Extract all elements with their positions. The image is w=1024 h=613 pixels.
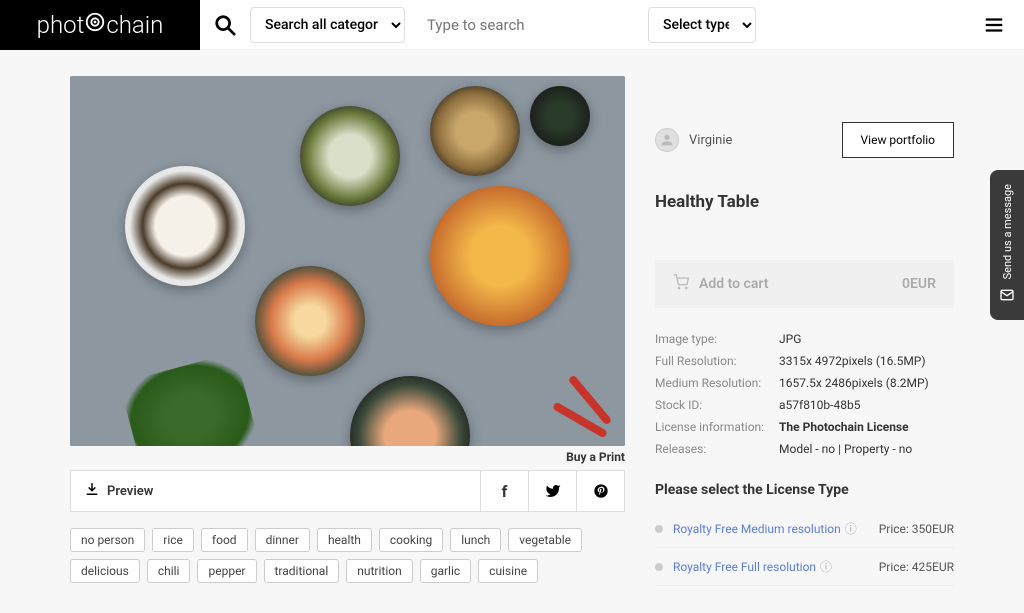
radio-icon (655, 563, 663, 571)
meta-value: JPG (779, 332, 801, 346)
type-select[interactable]: Select type (648, 7, 756, 43)
left-column: Buy a Print Preview f no personricefoodd… (70, 76, 625, 586)
tag[interactable]: cuisine (478, 559, 538, 583)
license-list: Royalty Free Medium resolutionⓘPrice: 35… (655, 510, 954, 586)
meta-row: Full Resolution:3315x 4972pixels (16.5MP… (655, 350, 954, 372)
license-option[interactable]: Royalty Free Medium resolutionⓘPrice: 35… (655, 510, 954, 548)
meta-row: Image type:JPG (655, 328, 954, 350)
tag[interactable]: chili (147, 559, 191, 583)
tag[interactable]: food (201, 528, 248, 552)
license-price: Price: 425EUR (879, 560, 954, 574)
info-icon[interactable]: ⓘ (820, 560, 832, 574)
download-icon (85, 482, 99, 500)
action-bar: Preview f (70, 470, 625, 512)
menu-icon[interactable] (974, 14, 1014, 36)
meta-table: Image type:JPGFull Resolution:3315x 4972… (655, 328, 954, 460)
preview-label: Preview (107, 484, 153, 499)
main-photo[interactable] (70, 76, 625, 446)
logo-o-icon (84, 11, 106, 39)
tag[interactable]: garlic (420, 559, 471, 583)
tag[interactable]: no person (70, 528, 145, 552)
license-name: Royalty Free Medium resolutionⓘ (673, 520, 879, 537)
logo-post: chain (106, 11, 163, 39)
cart-price: 0EUR (902, 276, 936, 292)
cart-label: Add to cart (699, 276, 902, 292)
tag-list: no person rice food dinner health cooking lunc… (70, 528, 625, 583)
tag[interactable]: rice (152, 528, 194, 552)
tag[interactable]: delicious (70, 559, 140, 583)
photo-title: Healthy Table (655, 192, 954, 212)
license-title: Please select the License Type (655, 482, 954, 498)
author-name[interactable]: Virginie (689, 133, 832, 148)
tag[interactable]: cooking (379, 528, 443, 552)
header: phot chain Search all categories Select … (0, 0, 1024, 50)
info-icon[interactable]: ⓘ (845, 522, 857, 536)
share-pinterest[interactable] (576, 471, 624, 511)
license-name: Royalty Free Full resolutionⓘ (673, 558, 879, 575)
meta-label: Full Resolution: (655, 354, 779, 368)
avatar[interactable] (655, 128, 679, 152)
send-message-label: Send us a message (1001, 184, 1014, 279)
radio-icon (655, 525, 663, 533)
right-column: Virginie View portfolio Healthy Table Ad… (655, 76, 954, 586)
meta-label: Stock ID: (655, 398, 779, 412)
meta-value: 3315x 4972pixels (16.5MP) (779, 354, 926, 368)
buy-print-link[interactable]: Buy a Print (70, 446, 625, 468)
search-icon[interactable] (200, 14, 250, 36)
tag[interactable]: dinner (255, 528, 310, 552)
logo-pre: phot (37, 11, 85, 39)
view-portfolio-button[interactable]: View portfolio (842, 122, 954, 158)
cart-icon (673, 274, 689, 294)
tag[interactable]: health (317, 528, 372, 552)
tag[interactable]: traditional (264, 559, 340, 583)
tag[interactable]: pepper (197, 559, 256, 583)
meta-row: License information:The Photochain Licen… (655, 416, 954, 438)
preview-button[interactable]: Preview (71, 471, 480, 511)
license-option[interactable]: Royalty Free Full resolutionⓘPrice: 425E… (655, 548, 954, 586)
meta-label: Releases: (655, 442, 779, 456)
meta-label: Image type: (655, 332, 779, 346)
meta-row: Releases:Model - no | Property - no (655, 438, 954, 460)
meta-row: Stock ID:a57f810b-48b5 (655, 394, 954, 416)
tag[interactable]: lunch (450, 528, 501, 552)
tag[interactable]: vegetable (508, 528, 582, 552)
send-message-tab[interactable]: Send us a message (990, 170, 1024, 320)
tag[interactable]: nutrition (346, 559, 412, 583)
share-facebook[interactable]: f (480, 471, 528, 511)
meta-link[interactable]: The Photochain License (779, 420, 909, 434)
meta-value: 1657.5x 2486pixels (8.2MP) (779, 376, 929, 390)
search-input[interactable] (417, 7, 636, 43)
meta-label: License information: (655, 420, 779, 434)
author-row: Virginie View portfolio (655, 122, 954, 158)
meta-value: a57f810b-48b5 (779, 398, 860, 412)
meta-label: Medium Resolution: (655, 376, 779, 390)
add-to-cart-bar[interactable]: Add to cart 0EUR (655, 260, 954, 308)
category-select[interactable]: Search all categories (250, 7, 405, 43)
content: Buy a Print Preview f no personricefoodd… (0, 50, 1024, 586)
share-twitter[interactable] (528, 471, 576, 511)
message-icon (999, 287, 1015, 306)
meta-value: Model - no | Property - no (779, 442, 912, 456)
license-price: Price: 350EUR (879, 522, 954, 536)
logo[interactable]: phot chain (0, 0, 200, 50)
meta-row: Medium Resolution:1657.5x 2486pixels (8.… (655, 372, 954, 394)
